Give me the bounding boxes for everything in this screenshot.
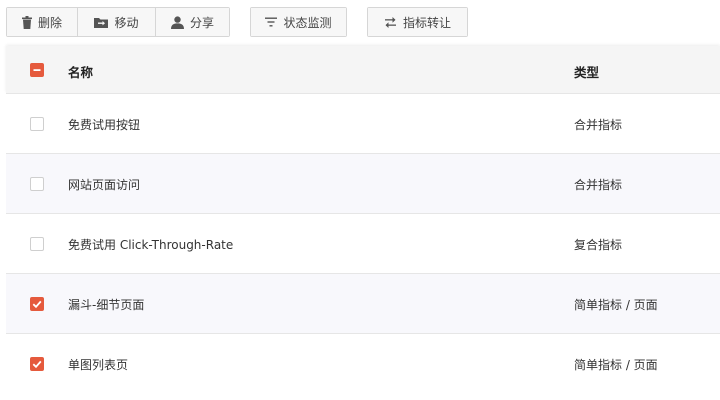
share-button-label: 分享: [189, 15, 214, 30]
status-monitor-label: 状态监测: [283, 15, 332, 30]
table-row[interactable]: 免费试用 Click-Through-Rate 复合指标: [6, 213, 720, 273]
row-name: 免费试用 Click-Through-Rate: [68, 238, 234, 252]
table-row[interactable]: 网站页面访问 合并指标: [6, 153, 720, 213]
row-checkbox[interactable]: [30, 357, 44, 371]
metric-transfer-button[interactable]: 指标转让: [368, 8, 467, 36]
toolbar: 删除 移动 分享 状态监测 指标转让: [0, 0, 720, 46]
trash-icon: [21, 15, 32, 29]
row-type: 合并指标: [574, 178, 623, 192]
user-icon: [170, 15, 184, 29]
row-checkbox[interactable]: [30, 117, 44, 131]
row-checkbox[interactable]: [30, 237, 44, 251]
status-monitor-button[interactable]: 状态监测: [251, 8, 346, 36]
move-button-label: 移动: [114, 15, 139, 30]
row-name: 漏斗-细节页面: [68, 298, 145, 312]
folder-icon: [94, 17, 109, 28]
row-checkbox[interactable]: [30, 177, 44, 191]
row-name: 网站页面访问: [68, 178, 141, 192]
metric-transfer-label: 指标转让: [402, 15, 451, 30]
row-type: 简单指标 / 页面: [574, 358, 658, 372]
share-button[interactable]: 分享: [155, 8, 229, 36]
swap-arrows-icon: [384, 16, 397, 28]
row-type: 复合指标: [574, 238, 623, 252]
select-all-checkbox[interactable]: [30, 63, 44, 77]
table-row[interactable]: 漏斗-细节页面 简单指标 / 页面: [6, 273, 720, 333]
action-button-group: 删除 移动 分享: [6, 7, 230, 37]
row-checkbox[interactable]: [30, 297, 44, 311]
column-header-name[interactable]: 名称: [68, 62, 93, 81]
table-row[interactable]: 单图列表页 简单指标 / 页面: [6, 333, 720, 393]
status-monitor-group: 状态监测: [250, 7, 347, 37]
move-button[interactable]: 移动: [77, 8, 155, 36]
row-type: 简单指标 / 页面: [574, 298, 658, 312]
filter-icon: [265, 17, 278, 27]
row-name: 单图列表页: [68, 358, 129, 372]
table-header: 名称 类型: [6, 46, 720, 93]
delete-button[interactable]: 删除: [7, 8, 77, 36]
row-type: 合并指标: [574, 118, 623, 132]
metrics-table: 名称 类型 免费试用按钮 合并指标 网站页面访问 合并指标 免费试用 Click…: [6, 46, 720, 393]
delete-button-label: 删除: [37, 15, 62, 30]
metric-transfer-group: 指标转让: [367, 7, 468, 37]
column-header-type[interactable]: 类型: [574, 62, 599, 81]
table-row[interactable]: 免费试用按钮 合并指标: [6, 93, 720, 153]
row-name: 免费试用按钮: [68, 118, 141, 132]
